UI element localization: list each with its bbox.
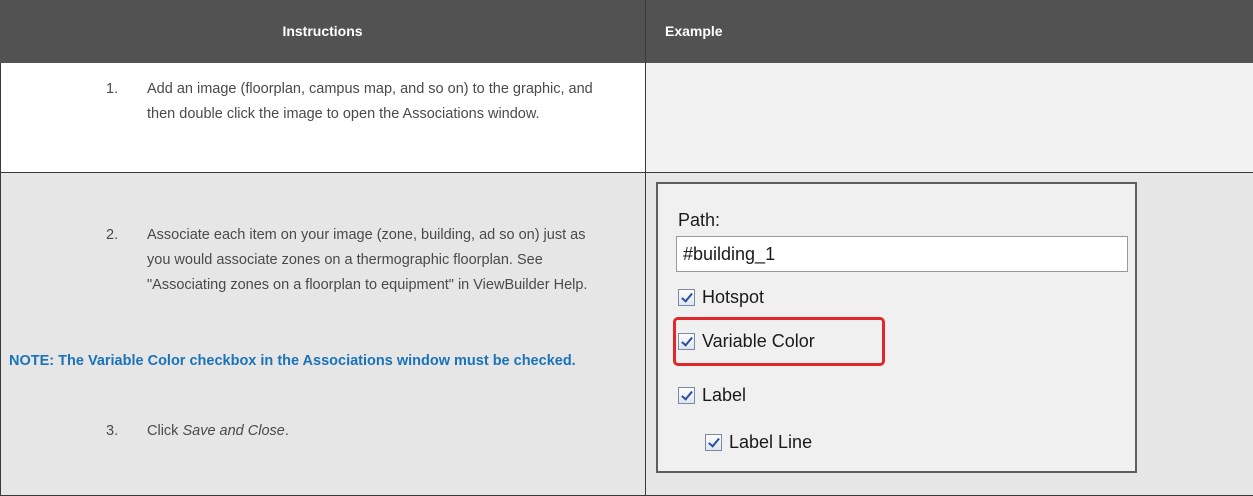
table-border-left [0, 63, 1, 496]
checkbox-checked-icon [678, 387, 695, 404]
variable-color-label: Variable Color [702, 331, 815, 351]
header-example: Example [665, 23, 723, 39]
label-line-label: Label Line [729, 432, 813, 452]
label-checkbox-row: Label [678, 385, 746, 406]
step-number: 3. [106, 423, 119, 439]
hotspot-label: Hotspot [702, 287, 765, 307]
associations-window-screenshot: Path: #building_1 Hotspot Variable Color… [656, 182, 1137, 473]
step-text-prefix: Click [147, 423, 183, 439]
instruction-cell: 1. Add an image (floorplan, campus map, … [0, 63, 645, 172]
checkbox-checked-icon [678, 333, 695, 350]
save-and-close-ref: Save and Close [182, 423, 285, 439]
table-row: 1. Add an image (floorplan, campus map, … [0, 63, 1253, 172]
path-label: Path: [678, 210, 721, 230]
step-number: 1. [106, 81, 119, 97]
instructions-table: Instructions Example 1. Add an image (fl… [0, 0, 1253, 496]
path-input: #building_1 [676, 236, 1128, 272]
hotspot-checkbox-row: Hotspot [678, 287, 764, 308]
header-instructions: Instructions [282, 23, 363, 39]
step-text: Click Save and Close. [147, 419, 607, 444]
checkbox-checked-icon [678, 289, 695, 306]
example-cell [646, 63, 1253, 172]
table-header: Instructions Example [0, 0, 1253, 63]
note-text: NOTE: The Variable Color checkbox in the… [9, 353, 576, 369]
row-divider [0, 172, 1253, 173]
step-text: Add an image (floorplan, campus map, and… [147, 81, 593, 122]
step-text-suffix: . [284, 423, 289, 439]
column-divider [645, 0, 646, 496]
checkbox-checked-icon [705, 434, 722, 451]
variable-color-checkbox-row: Variable Color [678, 331, 815, 352]
label-label: Label [702, 385, 747, 405]
label-line-checkbox-row: Label Line [705, 432, 812, 453]
step-text: Associate each item on your image (zone,… [147, 227, 588, 293]
step-number: 2. [106, 227, 119, 243]
